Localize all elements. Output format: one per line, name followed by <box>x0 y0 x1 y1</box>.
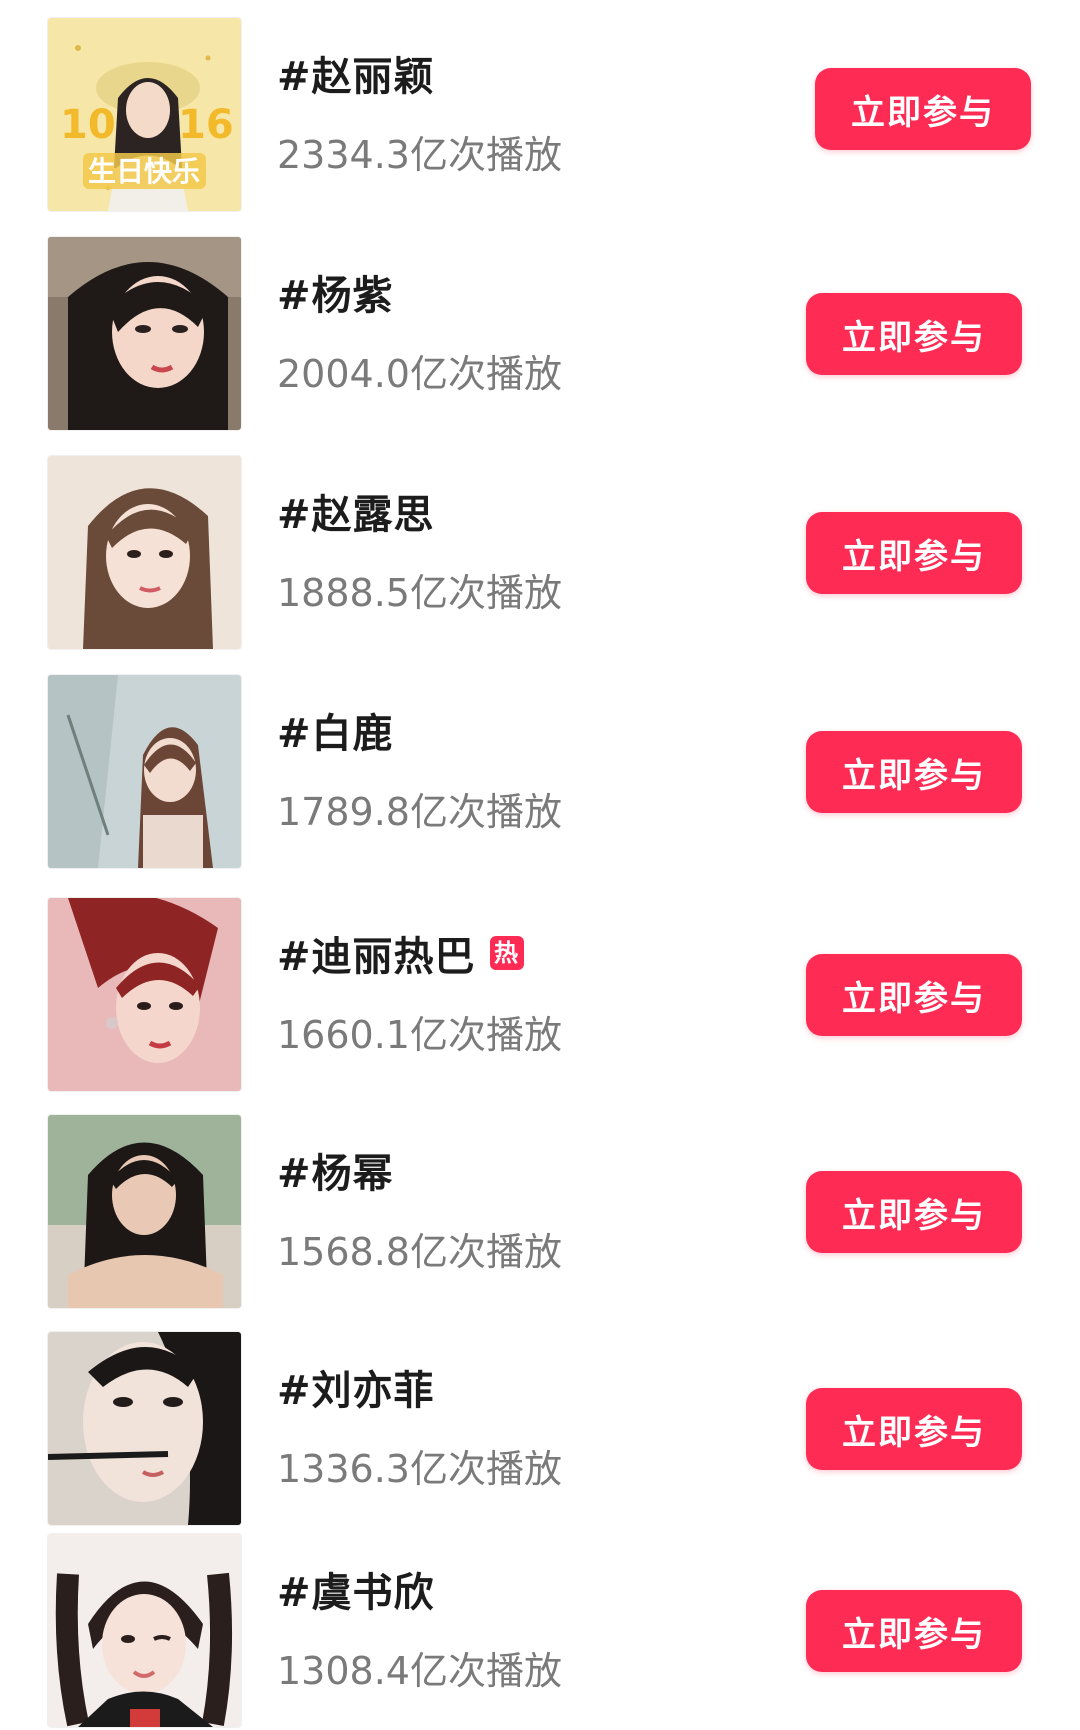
join-button[interactable]: 立即参与 <box>806 1388 1022 1470</box>
topic-ranking-list: 10 16 生日快乐 #赵丽颖 2334.3亿次播放 立即参与 #杨紫 2004… <box>0 0 1080 1730</box>
play-count: 1568.8亿次播放 <box>277 1230 562 1274</box>
topic-thumbnail[interactable] <box>48 675 241 868</box>
join-button[interactable]: 立即参与 <box>806 731 1022 813</box>
topic-thumbnail[interactable] <box>48 1115 241 1308</box>
topic-thumbnail[interactable] <box>48 237 241 430</box>
list-item[interactable]: #刘亦菲 1336.3亿次播放 立即参与 <box>0 1332 1080 1528</box>
list-item[interactable]: #杨幂 1568.8亿次播放 立即参与 <box>0 1115 1080 1311</box>
join-button[interactable]: 立即参与 <box>806 293 1022 375</box>
list-item[interactable]: #白鹿 1789.8亿次播放 立即参与 <box>0 675 1080 871</box>
topic-title[interactable]: #刘亦菲 <box>277 1358 435 1416</box>
birthday-number-right: 16 <box>178 102 234 148</box>
topic-thumbnail[interactable] <box>48 456 241 649</box>
play-count: 2004.0亿次播放 <box>277 352 562 396</box>
join-button[interactable]: 立即参与 <box>806 954 1022 1036</box>
birthday-number-left: 10 <box>60 102 116 148</box>
topic-thumbnail[interactable] <box>48 1534 241 1727</box>
play-count: 1336.3亿次播放 <box>277 1447 562 1491</box>
topic-title[interactable]: #白鹿 <box>277 701 394 759</box>
list-item[interactable]: #迪丽热巴 热 1660.1亿次播放 立即参与 <box>0 898 1080 1094</box>
topic-title[interactable]: #赵露思 <box>277 482 435 540</box>
birthday-text: 生日快乐 <box>88 155 200 188</box>
topic-title[interactable]: #杨紫 <box>277 263 394 321</box>
topic-title[interactable]: #虞书欣 <box>277 1560 435 1618</box>
topic-title[interactable]: #杨幂 <box>277 1141 394 1199</box>
topic-thumbnail[interactable] <box>48 1332 241 1525</box>
topic-thumbnail[interactable]: 10 16 生日快乐 <box>48 18 241 211</box>
topic-title[interactable]: #迪丽热巴 热 <box>277 924 524 982</box>
play-count: 1888.5亿次播放 <box>277 571 562 615</box>
list-item[interactable]: #赵露思 1888.5亿次播放 立即参与 <box>0 456 1080 652</box>
join-button[interactable]: 立即参与 <box>806 512 1022 594</box>
hot-badge-icon: 热 <box>489 936 524 970</box>
list-item[interactable]: #杨紫 2004.0亿次播放 立即参与 <box>0 237 1080 433</box>
join-button[interactable]: 立即参与 <box>806 1590 1022 1672</box>
play-count: 1308.4亿次播放 <box>277 1649 562 1693</box>
topic-title[interactable]: #赵丽颖 <box>277 44 435 102</box>
play-count: 1789.8亿次播放 <box>277 790 562 834</box>
list-item[interactable]: #虞书欣 1308.4亿次播放 立即参与 <box>0 1534 1080 1730</box>
topic-thumbnail[interactable] <box>48 898 241 1091</box>
join-button[interactable]: 立即参与 <box>815 68 1031 150</box>
play-count: 2334.3亿次播放 <box>277 133 562 177</box>
play-count: 1660.1亿次播放 <box>277 1013 562 1057</box>
list-item[interactable]: 10 16 生日快乐 #赵丽颖 2334.3亿次播放 立即参与 <box>0 18 1080 214</box>
join-button[interactable]: 立即参与 <box>806 1171 1022 1253</box>
